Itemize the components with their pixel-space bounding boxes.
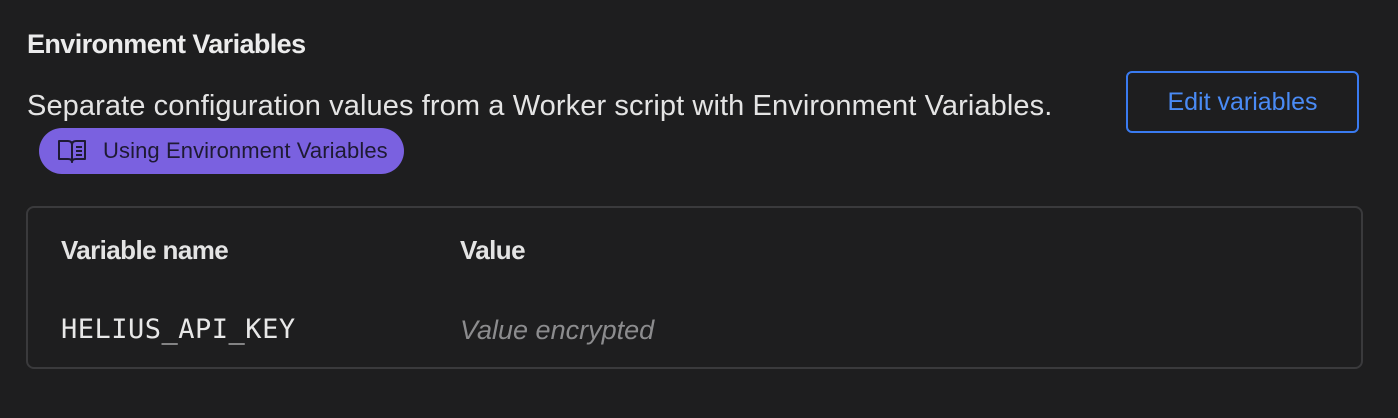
variable-value-cell: Value encrypted [460, 315, 655, 345]
docs-link[interactable]: Using Environment Variables [39, 128, 404, 175]
variables-table: Variable name Value HELIUS_API_KEY Value… [26, 206, 1363, 369]
docs-link-label: Using Environment Variables [103, 138, 388, 164]
section-description: Separate configuration values from a Wor… [27, 82, 1067, 178]
description-text: Separate configuration values from a Wor… [27, 90, 1053, 122]
column-header-value: Value [460, 235, 526, 265]
variable-name-cell: HELIUS_API_KEY [61, 314, 296, 345]
section-title: Environment Variables [27, 29, 306, 59]
edit-variables-button[interactable]: Edit variables [1126, 71, 1359, 133]
book-icon [57, 138, 87, 164]
column-header-name: Variable name [61, 235, 229, 265]
